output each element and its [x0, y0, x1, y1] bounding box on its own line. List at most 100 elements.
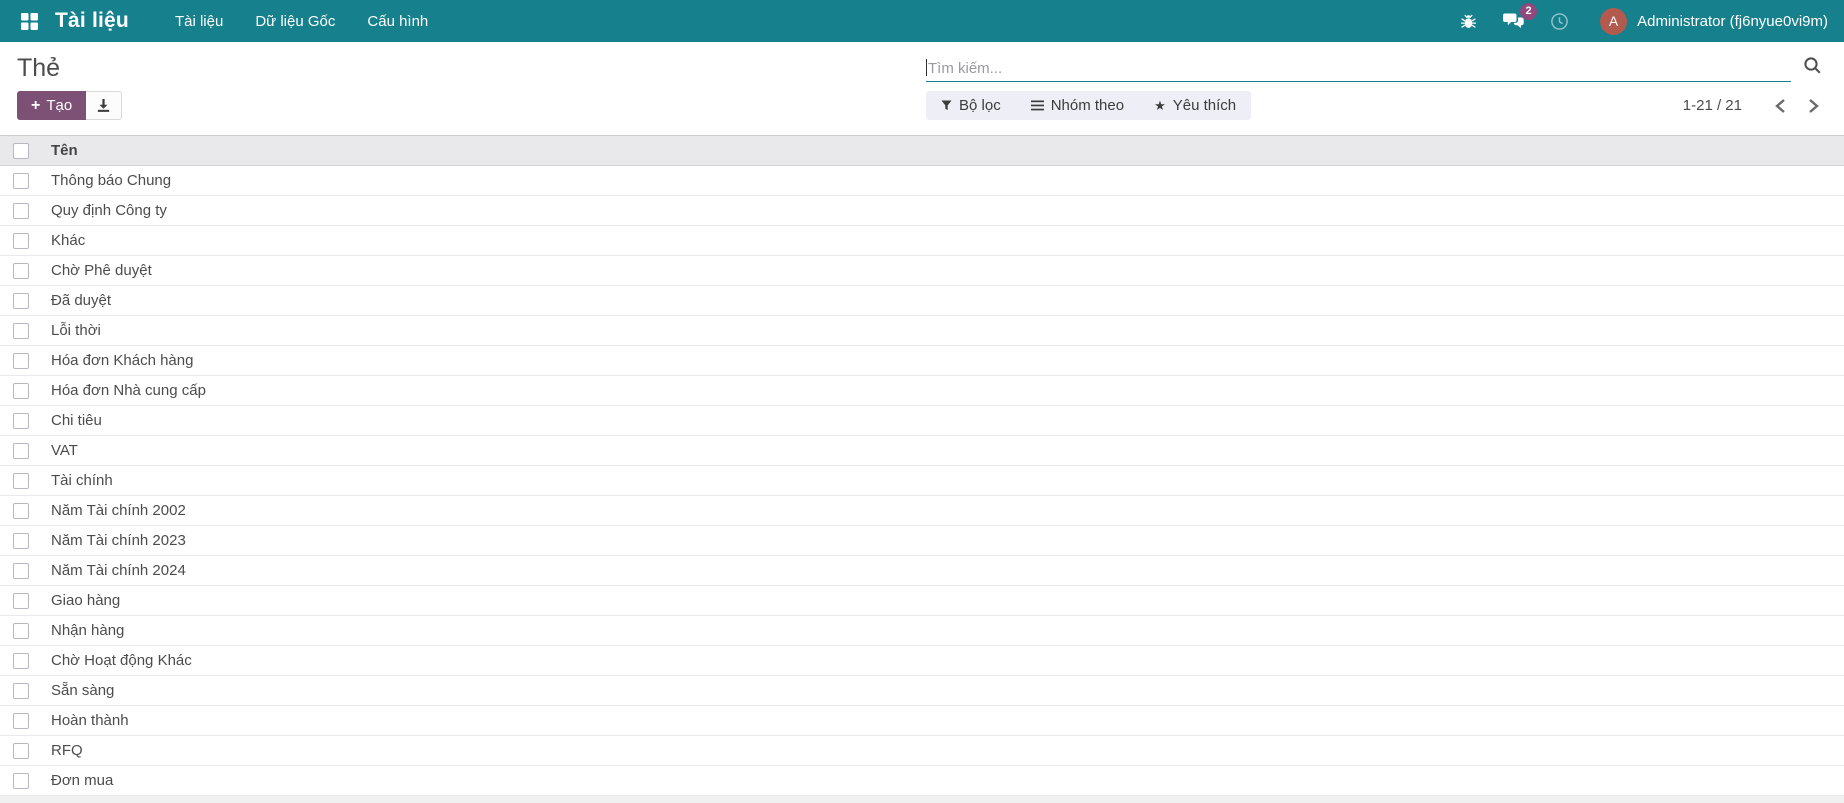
table-row[interactable]: Chi tiêu: [0, 406, 1844, 436]
create-button[interactable]: + Tạo: [17, 91, 87, 120]
table-body: Thông báo Chung Quy định Công ty Khác Ch…: [0, 166, 1844, 796]
row-checkbox[interactable]: [13, 472, 29, 489]
table-row[interactable]: Đơn mua: [0, 766, 1844, 796]
table-row[interactable]: Tài chính: [0, 466, 1844, 496]
row-name: Hóa đơn Khách hàng: [51, 352, 194, 369]
row-checkbox[interactable]: [13, 712, 29, 729]
row-checkbox-cell: [0, 742, 51, 759]
row-checkbox-cell: [0, 502, 51, 519]
row-name: Khác: [51, 232, 86, 249]
row-checkbox[interactable]: [13, 532, 29, 549]
row-checkbox-cell: [0, 412, 51, 429]
row-name: Năm Tài chính 2023: [51, 532, 186, 549]
column-header-name[interactable]: Tên: [51, 142, 1844, 159]
row-checkbox[interactable]: [13, 262, 29, 279]
favorites-button[interactable]: ★ Yêu thích: [1139, 91, 1251, 120]
pager-range: 1-21 / 21: [1682, 97, 1742, 114]
table-row[interactable]: Lỗi thời: [0, 316, 1844, 346]
table-header-row: Tên: [0, 135, 1844, 166]
table-row[interactable]: Quy định Công ty: [0, 196, 1844, 226]
app-root: Tài liệu Tài liệu Dữ liệu Gốc Cấu hình 2: [0, 0, 1844, 803]
navbar-menu-item[interactable]: Cấu hình: [351, 2, 444, 41]
row-checkbox-cell: [0, 772, 51, 789]
row-checkbox-cell: [0, 322, 51, 339]
row-checkbox-cell: [0, 592, 51, 609]
table-row[interactable]: Năm Tài chính 2024: [0, 556, 1844, 586]
export-button[interactable]: [86, 91, 123, 120]
table-row[interactable]: Sẵn sàng: [0, 676, 1844, 706]
row-checkbox-cell: [0, 532, 51, 549]
row-checkbox[interactable]: [13, 742, 29, 759]
row-checkbox[interactable]: [13, 172, 29, 189]
table-row[interactable]: Đã duyệt: [0, 286, 1844, 316]
table-row[interactable]: Hóa đơn Khách hàng: [0, 346, 1844, 376]
messages-count-badge: 2: [1520, 2, 1538, 20]
row-checkbox[interactable]: [13, 562, 29, 579]
navbar-menu-item[interactable]: Tài liệu: [159, 2, 239, 41]
row-checkbox[interactable]: [13, 652, 29, 669]
navbar-menu-item-label: Tài liệu: [174, 12, 224, 30]
pager-previous-button[interactable]: [1764, 94, 1797, 118]
table-row[interactable]: Chờ Phê duyệt: [0, 256, 1844, 286]
table-row[interactable]: Chờ Hoạt động Khác: [0, 646, 1844, 676]
row-checkbox-cell: [0, 622, 51, 639]
row-checkbox[interactable]: [13, 772, 29, 789]
row-checkbox[interactable]: [13, 382, 29, 399]
row-checkbox[interactable]: [13, 622, 29, 639]
select-all-checkbox[interactable]: [13, 142, 29, 159]
table-row[interactable]: Nhận hàng: [0, 616, 1844, 646]
row-checkbox[interactable]: [13, 682, 29, 699]
group-by-button[interactable]: Nhóm theo: [1016, 91, 1139, 120]
table-row[interactable]: Hoàn thành: [0, 706, 1844, 736]
chevron-right-icon: [1809, 98, 1819, 113]
activities-clock-button[interactable]: [1537, 6, 1582, 37]
row-checkbox[interactable]: [13, 232, 29, 249]
row-name: RFQ: [51, 742, 83, 759]
row-checkbox[interactable]: [13, 352, 29, 369]
row-name: Chi tiêu: [51, 412, 102, 429]
row-checkbox[interactable]: [13, 412, 29, 429]
row-checkbox-cell: [0, 202, 51, 219]
pager-next-button[interactable]: [1797, 94, 1830, 118]
filter-row: Bộ lọc Nhóm theo ★ Yêu thích 1-21 / 21: [926, 91, 1830, 120]
table-row[interactable]: Năm Tài chính 2023: [0, 526, 1844, 556]
table-row[interactable]: Giao hàng: [0, 586, 1844, 616]
header-checkbox-cell: [0, 142, 51, 159]
filters-button[interactable]: Bộ lọc: [926, 91, 1016, 120]
row-checkbox[interactable]: [13, 202, 29, 219]
row-checkbox[interactable]: [13, 322, 29, 339]
navbar-menu-item[interactable]: Dữ liệu Gốc: [239, 2, 351, 41]
pager: 1-21 / 21: [1683, 94, 1830, 118]
row-checkbox[interactable]: [13, 502, 29, 519]
row-name: Chờ Phê duyệt: [51, 262, 152, 279]
control-panel-left: Thẻ + Tạo: [0, 42, 926, 135]
row-checkbox-cell: [0, 172, 51, 189]
filter-group: Bộ lọc Nhóm theo ★ Yêu thích: [926, 91, 1252, 120]
debug-bug-button[interactable]: [1447, 7, 1490, 36]
row-name: Hóa đơn Nhà cung cấp: [51, 382, 206, 399]
row-checkbox[interactable]: [13, 442, 29, 459]
table-row[interactable]: Năm Tài chính 2002: [0, 496, 1844, 526]
table-row[interactable]: RFQ: [0, 736, 1844, 766]
table-row[interactable]: Thông báo Chung: [0, 166, 1844, 196]
search-input[interactable]: [927, 58, 1791, 77]
user-menu[interactable]: A Administrator (fj6nyue0vi9m): [1600, 7, 1828, 35]
action-buttons: + Tạo: [17, 91, 910, 120]
table-row[interactable]: VAT: [0, 436, 1844, 466]
search-icon-button[interactable]: [1791, 54, 1830, 82]
list-bars-icon: [1030, 100, 1044, 111]
search-icon: [1804, 57, 1821, 74]
messages-button[interactable]: 2: [1490, 2, 1538, 36]
row-checkbox[interactable]: [13, 592, 29, 609]
row-checkbox-cell: [0, 712, 51, 729]
row-checkbox-cell: [0, 682, 51, 699]
row-name: Chờ Hoạt động Khác: [51, 652, 192, 669]
row-checkbox[interactable]: [13, 292, 29, 309]
table-row[interactable]: Khác: [0, 226, 1844, 256]
row-name: VAT: [51, 442, 78, 459]
plus-icon: +: [31, 96, 41, 114]
table-row[interactable]: Hóa đơn Nhà cung cấp: [0, 376, 1844, 406]
app-brand[interactable]: Tài liệu: [55, 9, 129, 33]
apps-menu-button[interactable]: [16, 8, 43, 35]
funnel-icon: [941, 100, 952, 111]
